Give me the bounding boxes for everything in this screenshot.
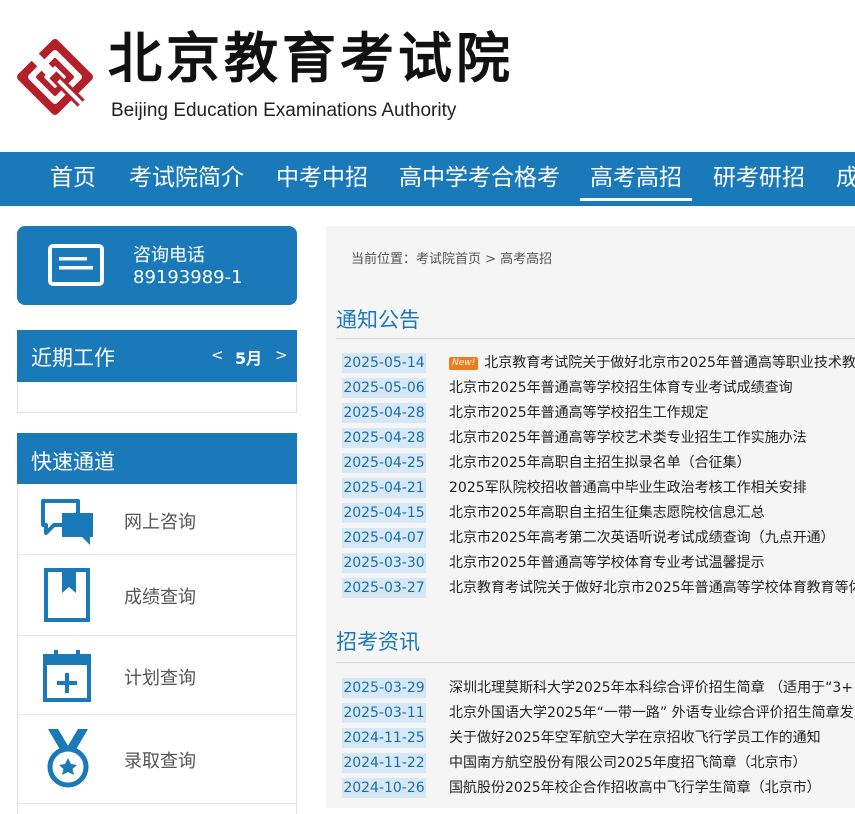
site-title-cn[interactable]: 北京教育考试院 [108,26,514,90]
notice-title[interactable]: 2025军队院校招收普通高中毕业生政治考核工作相关安排 [449,477,807,499]
news-date: 2025-03-11 [342,703,426,723]
nav-item-home[interactable]: 首页 [50,152,96,206]
notice-title[interactable]: 北京教育考试院关于做好北京市2025年普通高等学校体育教育等体 [449,577,855,599]
nav-item-yankao[interactable]: 研考研招 [713,152,805,206]
notice-date: 2025-05-06 [342,378,426,398]
notice-row[interactable]: 2025-03-27 北京教育考试院关于做好北京市2025年普通高等学校体育教育… [326,576,855,601]
medal-icon [47,729,89,788]
news-title[interactable]: 中国南方航空股份有限公司2025年度招飞简章（北京市） [449,752,807,774]
chat-icon [41,499,93,545]
news-title[interactable]: 国航股份2025年校企合作招收高中飞行学生简章（北京市） [449,777,821,799]
quick-item-score-query[interactable]: 成绩查询 [18,555,296,636]
nav-item-xuekao[interactable]: 高中学考合格考 [399,152,560,206]
recent-work-title: 近期工作 [31,346,115,370]
quick-label: 网上咨询 [124,512,196,533]
news-date: 2025-03-29 [342,678,426,698]
notice-title[interactable]: 北京市2025年高职自主招生征集志愿院校信息汇总 [449,502,765,524]
notice-date: 2025-04-07 [342,528,426,548]
notice-row[interactable]: 2025-04-21 2025军队院校招收普通高中毕业生政治考核工作相关安排 [326,476,855,501]
quick-access-header: 快速通道 [17,433,297,484]
breadcrumb[interactable]: 当前位置：考试院首页 > 高考高招 [351,248,552,267]
news-row[interactable]: 2024-11-22 中国南方航空股份有限公司2025年度招飞简章（北京市） [326,751,855,776]
hotline-phone: 89193989-1 [133,267,243,288]
quick-access-title: 快速通道 [31,450,115,474]
nav-item-zhongkao[interactable]: 中考中招 [276,152,368,206]
section-divider [336,338,855,339]
news-title[interactable]: 北京外国语大学2025年“一带一路” 外语专业综合评价招生简章发 [449,702,854,724]
news-row[interactable]: 2025-03-11 北京外国语大学2025年“一带一路” 外语专业综合评价招生… [326,701,855,726]
notice-title[interactable]: 北京市2025年普通高等学校招生工作规定 [449,402,709,424]
nav-item-more[interactable]: 成 [836,152,855,206]
phone-card-icon [48,244,104,286]
new-badge: New! [449,357,479,370]
notice-title[interactable]: New! 北京教育考试院关于做好北京市2025年普通高等职业技术教育 [449,352,855,374]
news-title[interactable]: 关于做好2025年空军航空大学在京招收飞行学员工作的通知 [449,727,821,749]
recent-work-body [17,382,297,413]
notice-row[interactable]: 2025-05-14 New! 北京教育考试院关于做好北京市2025年普通高等职业… [326,351,855,376]
news-row[interactable]: 2024-10-26 国航股份2025年校企合作招收高中飞行学生简章（北京市） [326,776,855,801]
section-divider [336,662,855,663]
news-row[interactable]: 2024-11-25 关于做好2025年空军航空大学在京招收飞行学员工作的通知 [326,726,855,751]
quick-item-online-consult[interactable]: 网上咨询 [18,484,296,555]
notice-title[interactable]: 北京市2025年普通高等学校招生体育专业考试成绩查询 [449,377,793,399]
news-date: 2024-11-22 [342,753,426,773]
quick-item-admission-query[interactable]: 录取查询 [18,715,296,804]
month-next-button[interactable]: > [275,346,288,364]
notice-row[interactable]: 2025-04-15 北京市2025年高职自主招生征集志愿院校信息汇总 [326,501,855,526]
news-title[interactable]: 深圳北理莫斯科大学2025年本科综合评价招生简章 （适用于“3+ [449,677,853,699]
news-date: 2024-11-25 [342,728,426,748]
quick-label: 计划查询 [124,668,196,689]
hotline-title: 咨询电话 [133,245,205,266]
notices-title[interactable]: 通知公告 [336,304,420,334]
notice-date: 2025-03-27 [342,578,426,598]
recent-work-header: 近期工作 < 5月 > [17,330,297,382]
main-content: 当前位置：考试院首页 > 高考高招 通知公告 2025-05-14 New! 北京… [326,226,855,808]
notice-row[interactable]: 2025-04-28 北京市2025年普通高等学校艺术类专业招生工作实施办法 [326,426,855,451]
notice-title[interactable]: 北京市2025年普通高等学校体育专业考试温馨提示 [449,552,765,574]
notice-date: 2025-03-30 [342,553,426,573]
news-row[interactable]: 2025-03-29 深圳北理莫斯科大学2025年本科综合评价招生简章 （适用于… [326,676,855,701]
notice-row[interactable]: 2025-04-07 北京市2025年高考第二次英语听说考试成绩查询（九点开通） [326,526,855,551]
news-title[interactable]: 招考资讯 [336,626,420,656]
quick-label: 成绩查询 [124,587,196,608]
main-nav: 首页 考试院简介 中考中招 高中学考合格考 高考高招 研考研招 成 [0,152,855,206]
notice-date: 2025-04-28 [342,403,426,423]
notice-title[interactable]: 北京市2025年高考第二次英语听说考试成绩查询（九点开通） [449,527,835,549]
quick-access-list: 网上咨询 成绩查询 计划查询 录取查询 [17,484,297,814]
bookmark-book-icon [44,568,90,622]
hotline-card: 咨询电话 89193989-1 [17,226,297,305]
notice-date: 2025-04-15 [342,503,426,523]
quick-label: 录取查询 [124,751,196,772]
month-prev-button[interactable]: < [211,346,224,364]
site-header: 北京教育考试院 Beijing Education Examinations A… [0,0,855,152]
notice-title[interactable]: 北京市2025年普通高等学校艺术类专业招生工作实施办法 [449,427,807,449]
notice-row[interactable]: 2025-04-28 北京市2025年普通高等学校招生工作规定 [326,401,855,426]
notice-row[interactable]: 2025-04-25 北京市2025年高职自主招生拟录名单（合征集） [326,451,855,476]
notice-title[interactable]: 北京市2025年高职自主招生拟录名单（合征集） [449,452,751,474]
current-month: 5月 [235,349,263,368]
notice-date: 2025-05-14 [342,353,426,373]
calendar-plus-icon [43,650,91,702]
logo-icon[interactable] [14,36,96,118]
nav-item-about[interactable]: 考试院简介 [129,152,244,206]
quick-item-plan-query[interactable]: 计划查询 [18,636,296,715]
notice-row[interactable]: 2025-03-30 北京市2025年普通高等学校体育专业考试温馨提示 [326,551,855,576]
notice-date: 2025-04-28 [342,428,426,448]
site-title-en[interactable]: Beijing Education Examinations Authority [111,100,456,122]
news-date: 2024-10-26 [342,778,426,798]
notice-row[interactable]: 2025-05-06 北京市2025年普通高等学校招生体育专业考试成绩查询 [326,376,855,401]
nav-item-gaokao[interactable]: 高考高招 [580,152,692,206]
notice-date: 2025-04-25 [342,453,426,473]
notice-date: 2025-04-21 [342,478,426,498]
